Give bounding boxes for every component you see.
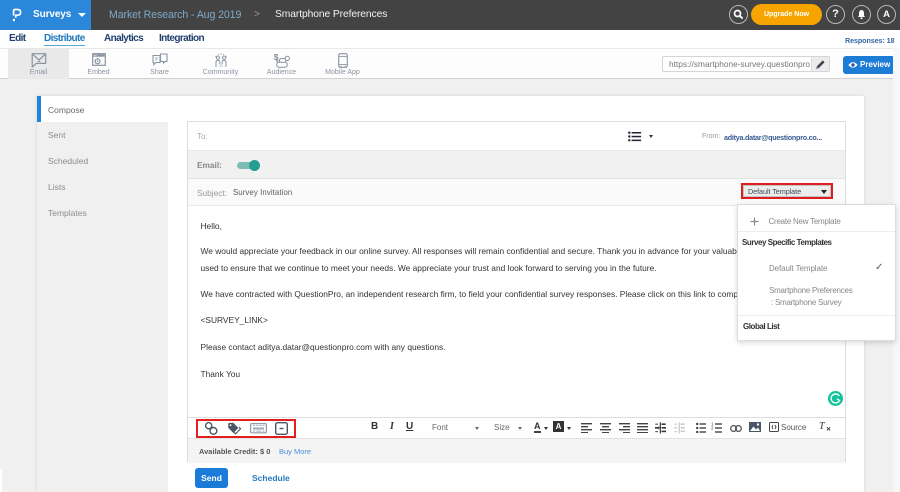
svg-text:2: 2 <box>711 426 714 431</box>
